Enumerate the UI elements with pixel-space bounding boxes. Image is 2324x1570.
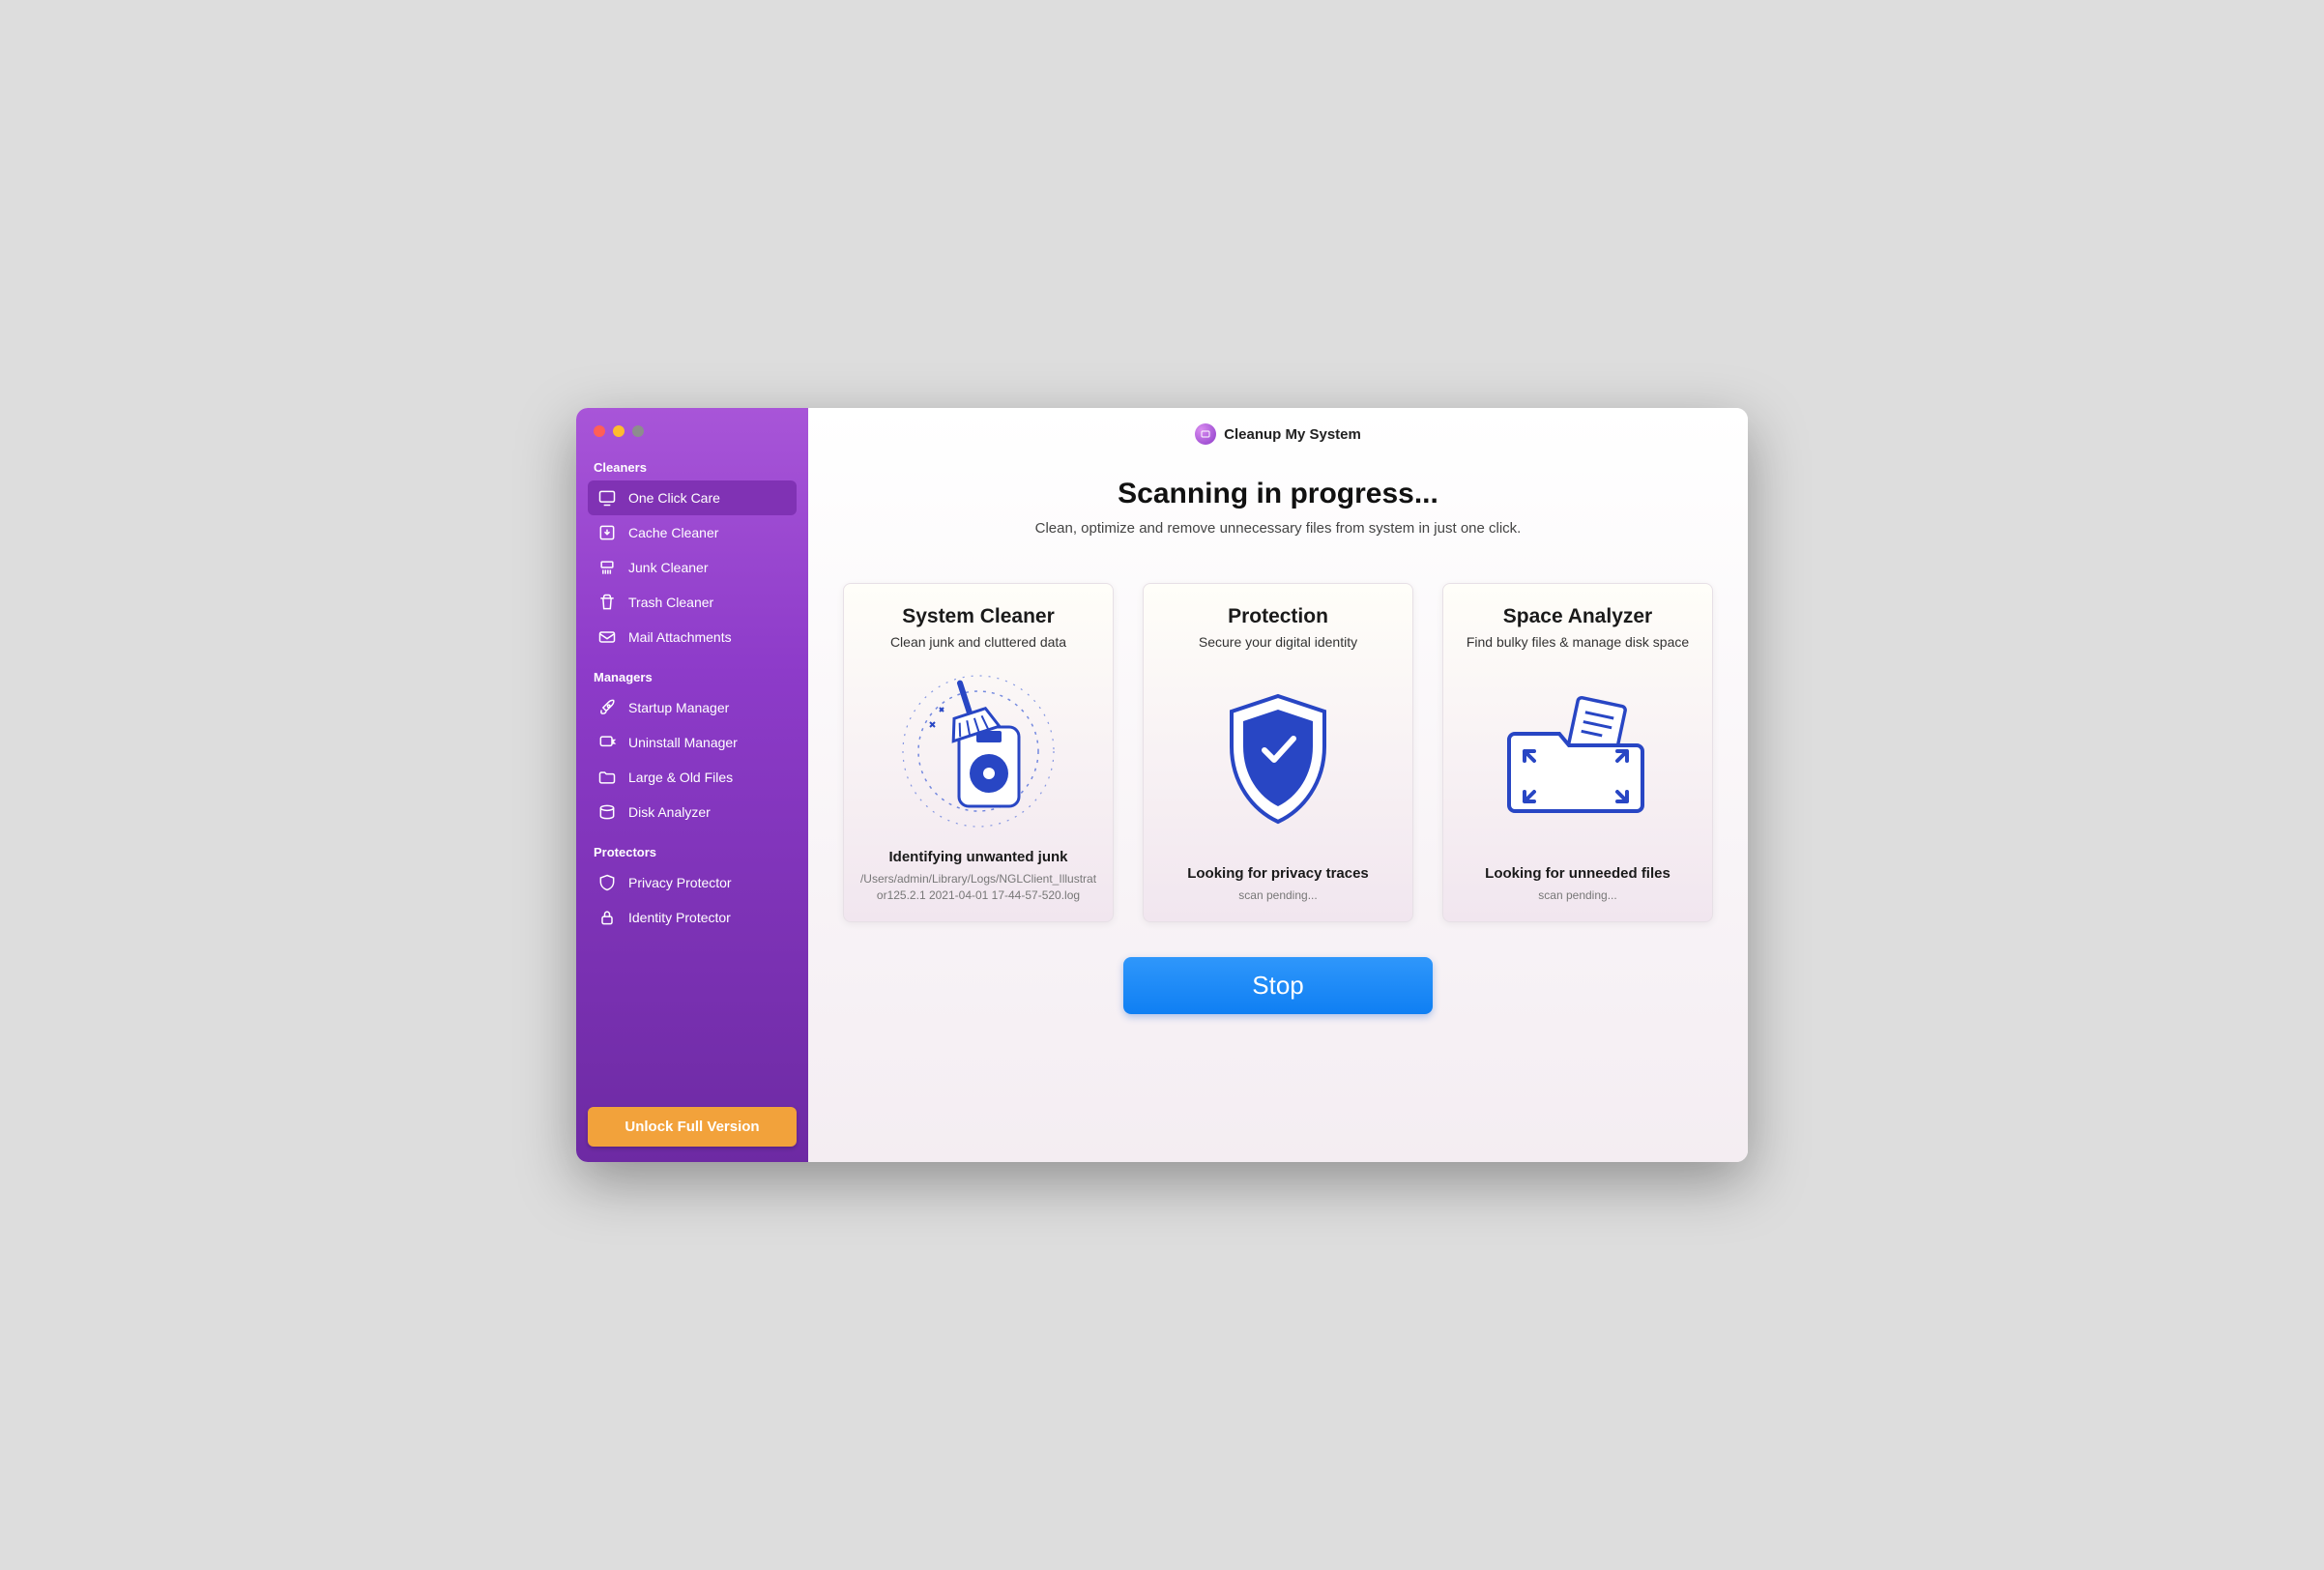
folder-expand-icon	[1459, 669, 1697, 850]
rocket-icon	[597, 698, 617, 717]
sidebar-item-label: Disk Analyzer	[628, 804, 711, 820]
disk-broom-icon	[859, 669, 1097, 833]
card-protection: Protection Secure your digital identity …	[1143, 583, 1413, 922]
sidebar-item-label: Junk Cleaner	[628, 560, 709, 575]
hero-subtitle: Clean, optimize and remove unnecessary f…	[808, 520, 1748, 537]
sidebar-item-identity-protector[interactable]: Identity Protector	[588, 900, 797, 935]
mail-icon	[597, 627, 617, 647]
shield-icon	[597, 873, 617, 892]
sidebar-item-one-click-care[interactable]: One Click Care	[588, 480, 797, 515]
hero: Scanning in progress... Clean, optimize …	[808, 452, 1748, 554]
disk-icon	[597, 802, 617, 822]
hero-title: Scanning in progress...	[808, 478, 1748, 510]
sidebar-item-label: Trash Cleaner	[628, 595, 713, 610]
trash-icon	[597, 593, 617, 612]
lock-icon	[597, 908, 617, 927]
stop-button[interactable]: Stop	[1123, 957, 1433, 1014]
sidebar-item-cache-cleaner[interactable]: Cache Cleaner	[588, 515, 797, 550]
card-status: Looking for unneeded files	[1459, 865, 1697, 882]
sidebar: Cleaners One Click Care Cache Cleaner Ju…	[576, 408, 808, 1162]
card-system-cleaner: System Cleaner Clean junk and cluttered …	[843, 583, 1114, 922]
shield-check-icon	[1159, 669, 1397, 850]
sidebar-item-mail-attachments[interactable]: Mail Attachments	[588, 620, 797, 654]
sidebar-item-label: Cache Cleaner	[628, 525, 718, 540]
shredder-icon	[597, 558, 617, 577]
card-detail: scan pending...	[1459, 887, 1697, 904]
card-title: System Cleaner	[859, 605, 1097, 628]
monitor-icon	[597, 488, 617, 508]
sidebar-item-label: Privacy Protector	[628, 875, 732, 890]
card-status: Looking for privacy traces	[1159, 865, 1397, 882]
sidebar-section-managers: Managers	[588, 664, 797, 690]
action-row: Stop	[808, 922, 1748, 1041]
card-subtitle: Secure your digital identity	[1159, 634, 1397, 650]
card-detail: /Users/admin/Library/Logs/NGLClient_Illu…	[859, 871, 1097, 904]
window-controls	[588, 422, 797, 454]
sidebar-item-disk-analyzer[interactable]: Disk Analyzer	[588, 795, 797, 829]
sidebar-item-privacy-protector[interactable]: Privacy Protector	[588, 865, 797, 900]
sidebar-item-label: Startup Manager	[628, 700, 729, 715]
card-subtitle: Find bulky files & manage disk space	[1459, 634, 1697, 650]
card-title: Protection	[1159, 605, 1397, 628]
titlebar: Cleanup My System	[808, 408, 1748, 452]
minimize-window-button[interactable]	[613, 425, 625, 437]
unlock-full-version-button[interactable]: Unlock Full Version	[588, 1107, 797, 1147]
sidebar-item-startup-manager[interactable]: Startup Manager	[588, 690, 797, 725]
download-box-icon	[597, 523, 617, 542]
maximize-window-button[interactable]	[632, 425, 644, 437]
sidebar-item-trash-cleaner[interactable]: Trash Cleaner	[588, 585, 797, 620]
sidebar-section-protectors: Protectors	[588, 839, 797, 865]
app-window: Cleaners One Click Care Cache Cleaner Ju…	[576, 408, 1748, 1162]
close-window-button[interactable]	[594, 425, 605, 437]
sidebar-item-uninstall-manager[interactable]: Uninstall Manager	[588, 725, 797, 760]
cards-row: System Cleaner Clean junk and cluttered …	[808, 554, 1748, 922]
sidebar-item-junk-cleaner[interactable]: Junk Cleaner	[588, 550, 797, 585]
app-title: Cleanup My System	[1224, 426, 1361, 443]
app-logo-icon	[1195, 423, 1216, 445]
sidebar-item-label: Large & Old Files	[628, 770, 733, 785]
sidebar-item-large-old-files[interactable]: Large & Old Files	[588, 760, 797, 795]
card-space-analyzer: Space Analyzer Find bulky files & manage…	[1442, 583, 1713, 922]
card-title: Space Analyzer	[1459, 605, 1697, 628]
uninstall-icon	[597, 733, 617, 752]
sidebar-item-label: Mail Attachments	[628, 629, 732, 645]
card-status: Identifying unwanted junk	[859, 849, 1097, 865]
sidebar-item-label: Uninstall Manager	[628, 735, 738, 750]
sidebar-section-cleaners: Cleaners	[588, 454, 797, 480]
card-subtitle: Clean junk and cluttered data	[859, 634, 1097, 650]
card-detail: scan pending...	[1159, 887, 1397, 904]
folder-files-icon	[597, 768, 617, 787]
sidebar-item-label: One Click Care	[628, 490, 720, 506]
main-content: Cleanup My System Scanning in progress..…	[808, 408, 1748, 1162]
sidebar-item-label: Identity Protector	[628, 910, 731, 925]
